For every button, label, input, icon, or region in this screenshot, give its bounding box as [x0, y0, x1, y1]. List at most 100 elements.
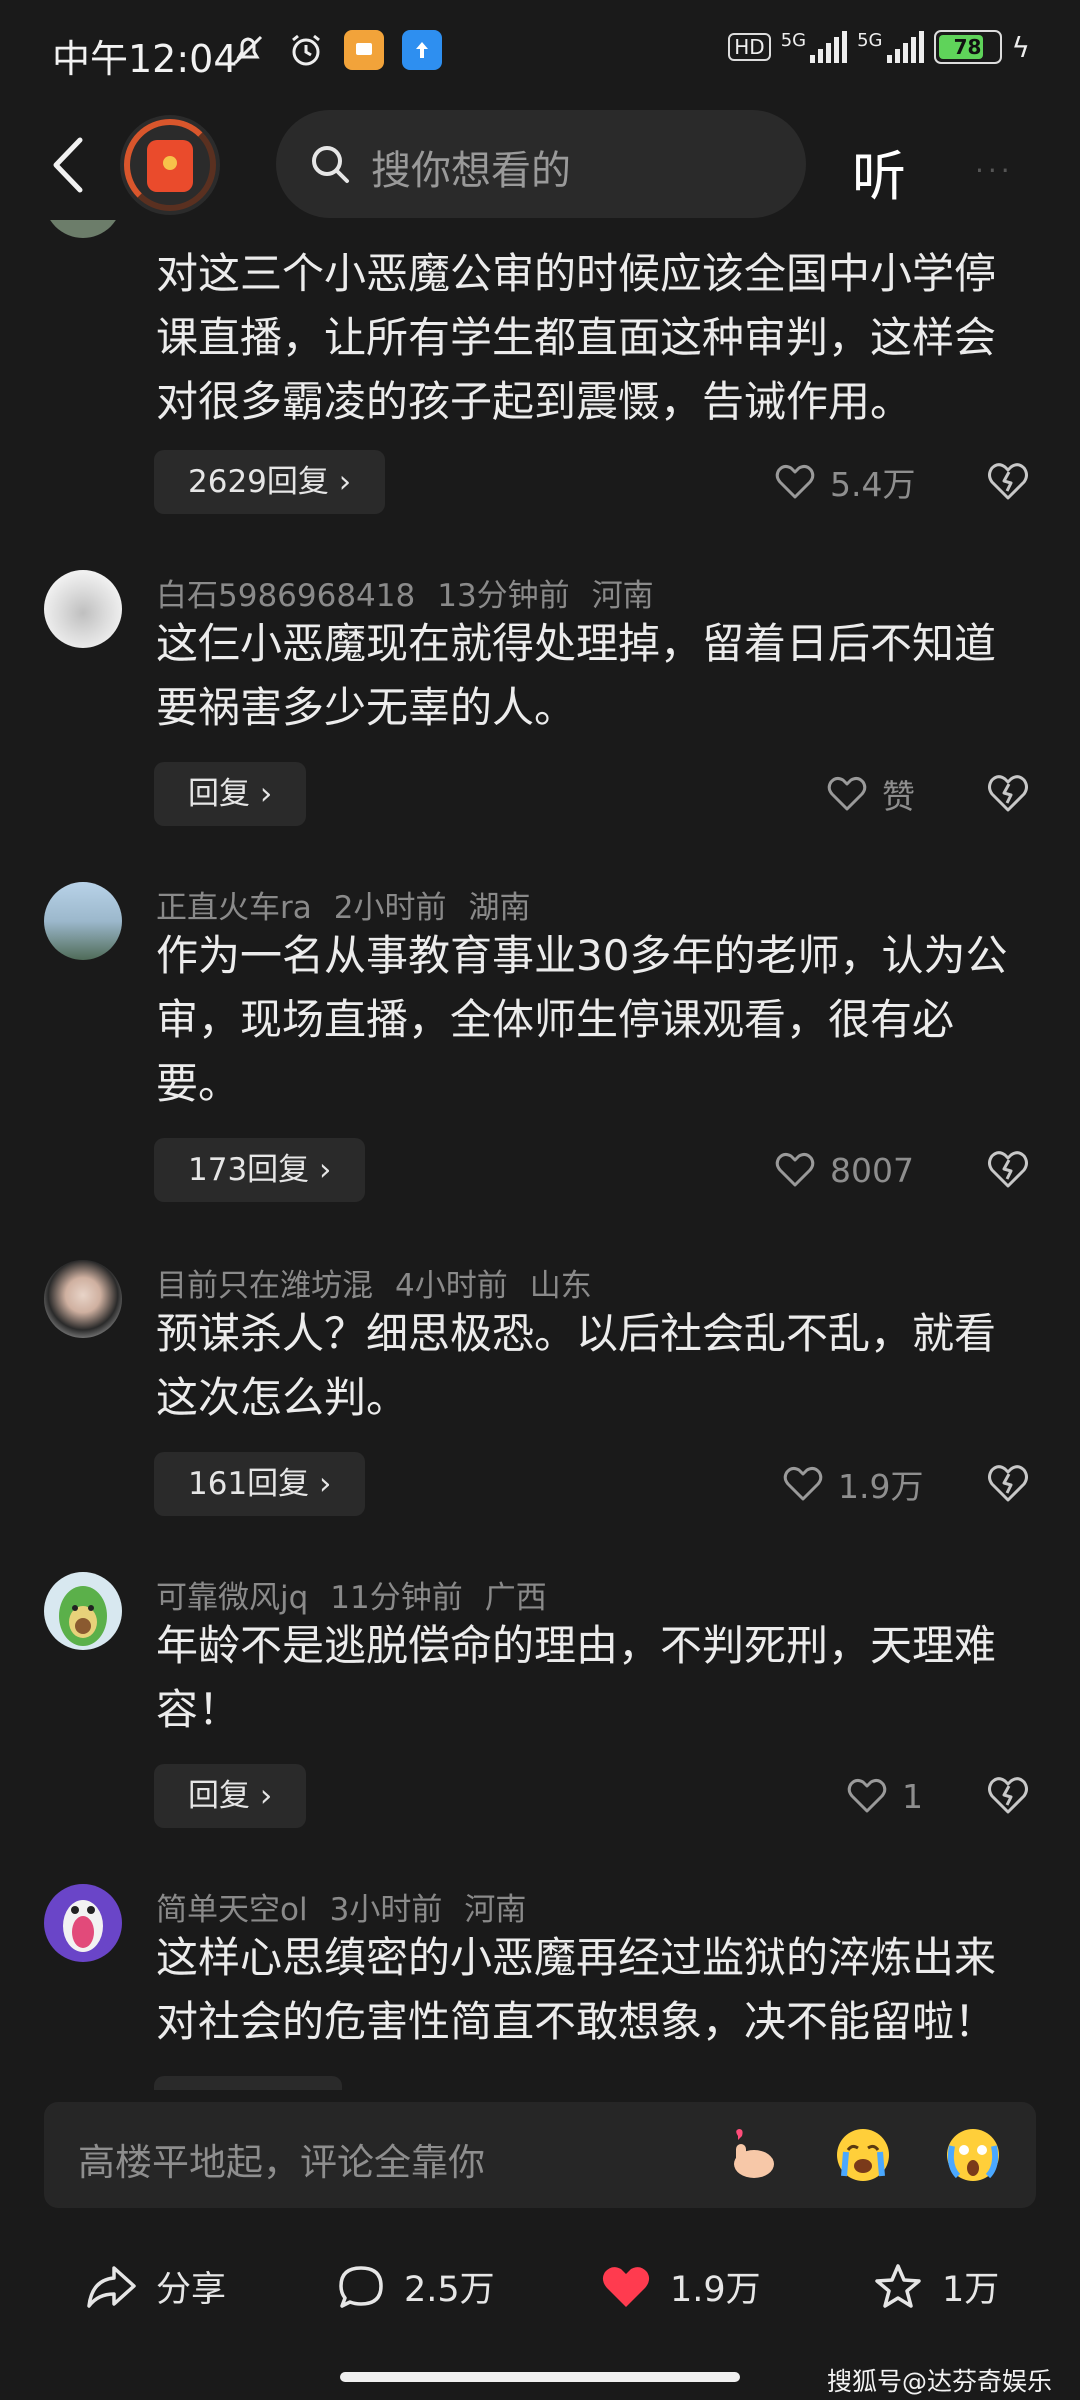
comment-meta: 白石5986968418 13分钟前 河南: [156, 570, 676, 615]
upload-notification-icon: [402, 30, 442, 70]
like-count: 赞: [882, 777, 915, 816]
dislike-button[interactable]: [986, 772, 1030, 816]
reply-label: 173回复: [188, 1152, 310, 1188]
username[interactable]: 简单天空ol: [156, 1892, 308, 1928]
username[interactable]: 白石5986968418: [156, 578, 415, 614]
share-button[interactable]: 分享: [84, 2261, 226, 2312]
comments-button[interactable]: 2.5万: [336, 2261, 495, 2312]
shocked-crying-emoji[interactable]: [944, 2126, 1002, 2184]
username[interactable]: 正直火车ra: [156, 890, 312, 926]
comment-text: 年龄不是逃脱偿命的理由，不判死刑，天理难容！: [156, 1621, 997, 1734]
search-icon: [312, 146, 349, 183]
crying-emoji[interactable]: [834, 2126, 892, 2184]
comment-location: 河南: [464, 1892, 527, 1928]
like-button[interactable]: 8007: [774, 1138, 914, 1202]
avatar[interactable]: [44, 882, 122, 960]
dislike-button[interactable]: [986, 460, 1030, 504]
comment-time: 4小时前: [395, 1268, 508, 1304]
screaming-avatar-icon: [63, 1900, 103, 1952]
heart-outline-icon: [775, 1152, 815, 1187]
favorites-count: 1万: [942, 2270, 1000, 2310]
like-count: 8007: [830, 1150, 914, 1190]
reply-button[interactable]: 161回复 ›: [154, 1452, 366, 1516]
broken-heart-icon: [988, 1465, 1028, 1502]
favorite-button[interactable]: 1万: [872, 2261, 999, 2312]
reply-label: 161回复: [188, 1466, 310, 1502]
back-button[interactable]: [40, 130, 100, 200]
status-time: 中午12:04: [52, 37, 238, 81]
comment-meta: 正直火车ra 2小时前 湖南: [156, 882, 552, 927]
more-options-button[interactable]: ···: [975, 154, 1014, 187]
reply-label: 回复: [188, 776, 250, 812]
reply-button[interactable]: 173回复 ›: [154, 1138, 366, 1202]
heart-outline-icon: [783, 1466, 823, 1501]
dislike-button[interactable]: [986, 1462, 1030, 1506]
broken-heart-icon: [988, 1151, 1028, 1188]
like-count: 1: [902, 1776, 923, 1816]
comment-meta: 可靠微风jq 11分钟前 广西: [156, 1572, 569, 1617]
battery-level: 78: [953, 35, 982, 59]
like-count: 1.9万: [838, 1467, 924, 1506]
search-input[interactable]: 搜你想看的: [276, 110, 806, 218]
comment-input[interactable]: 高楼平地起，评论全靠你: [44, 2102, 1036, 2208]
heart-outline-icon: [775, 464, 815, 499]
signal-strength-icon-2: [886, 31, 924, 63]
comment-text: 这样心思缜密的小恶魔再经过监狱的淬炼出来对社会的危害性简直不敢想象，决不能留啦！: [156, 1933, 997, 2046]
star-icon: [875, 2263, 921, 2308]
like-button[interactable]: 5.4万: [774, 450, 915, 514]
comment-time: 11分钟前: [330, 1580, 463, 1616]
avatar[interactable]: [44, 570, 122, 648]
red-packet-reward-button[interactable]: [120, 115, 220, 215]
avatar[interactable]: [44, 1260, 122, 1338]
avatar[interactable]: [44, 1572, 122, 1650]
hd-voice-badge: HD: [728, 33, 771, 61]
reply-button[interactable]: [154, 2076, 342, 2090]
comment-location: 河南: [591, 578, 654, 614]
dislike-button[interactable]: [986, 1774, 1030, 1818]
signal-strength-icon: [810, 31, 848, 63]
comment-text: 对这三个小恶魔公审的时候应该全国中小学停课直播，让所有学生都直面这种审判，这样会…: [156, 249, 997, 426]
heart-outline-icon: [847, 1778, 887, 1813]
search-placeholder: 搜你想看的: [371, 148, 571, 194]
comment-time: 3小时前: [329, 1892, 443, 1928]
comment-text: 作为一名从事教育事业30多年的老师，认为公审，现场直播，全体师生停课观看，很有必…: [156, 931, 1008, 1108]
reply-button[interactable]: 回复 ›: [154, 762, 307, 826]
comment-list[interactable]: 对这三个小恶魔公审的时候应该全国中小学停课直播，让所有学生都直面这种审判，这样会…: [0, 220, 1080, 2090]
reply-button[interactable]: 2629回复 ›: [154, 450, 386, 514]
reply-label: 2629回复: [188, 464, 329, 500]
avatar[interactable]: [44, 220, 122, 238]
charging-icon: ϟ: [1011, 30, 1030, 64]
comment-location: 湖南: [468, 890, 531, 926]
dislike-button[interactable]: [986, 1148, 1030, 1192]
network-type-2: 5G: [857, 30, 883, 51]
like-button[interactable]: 1: [846, 1764, 923, 1828]
reply-label: 回复: [188, 1778, 250, 1814]
app-notification-icon: [344, 30, 384, 70]
comment-text: 预谋杀人？细思极恐。以后社会乱不乱，就看这次怎么判。: [156, 1309, 997, 1422]
like-button[interactable]: 1.9万: [782, 1452, 923, 1516]
avatar[interactable]: [44, 1884, 122, 1962]
battery-icon: 78: [933, 30, 1002, 64]
reply-button[interactable]: 回复 ›: [154, 1764, 307, 1828]
comment-input-placeholder: 高楼平地起，评论全靠你: [78, 2141, 485, 2184]
watermark: 搜狐号@达芬奇娱乐: [826, 2367, 1052, 2396]
like-count: 5.4万: [830, 465, 916, 504]
username[interactable]: 可靠微风jq: [156, 1580, 308, 1616]
avocado-avatar-icon: [59, 1586, 107, 1646]
bottom-action-bar: 分享 2.5万 1.9万 1万: [0, 2225, 1080, 2355]
username[interactable]: 目前只在潍坊混: [156, 1268, 373, 1304]
comments-count: 2.5万: [404, 2270, 495, 2310]
home-indicator[interactable]: [340, 2372, 740, 2382]
likes-count: 1.9万: [670, 2270, 761, 2310]
broken-heart-icon: [988, 775, 1028, 812]
comment-meta: 简单天空ol 3小时前 河南: [156, 1884, 548, 1929]
comment-time: 13分钟前: [437, 578, 570, 614]
status-bar: 中午12:04 HD 5G 5G 78 ϟ: [0, 0, 1080, 108]
comment-time: 2小时前: [333, 890, 447, 926]
like-post-button[interactable]: 1.9万: [600, 2261, 761, 2312]
like-button[interactable]: 赞: [826, 762, 915, 826]
listen-button[interactable]: 听: [852, 132, 906, 211]
finger-heart-emoji[interactable]: [724, 2126, 782, 2184]
heart-outline-icon: [827, 776, 867, 811]
mute-bell-icon: [228, 30, 268, 70]
